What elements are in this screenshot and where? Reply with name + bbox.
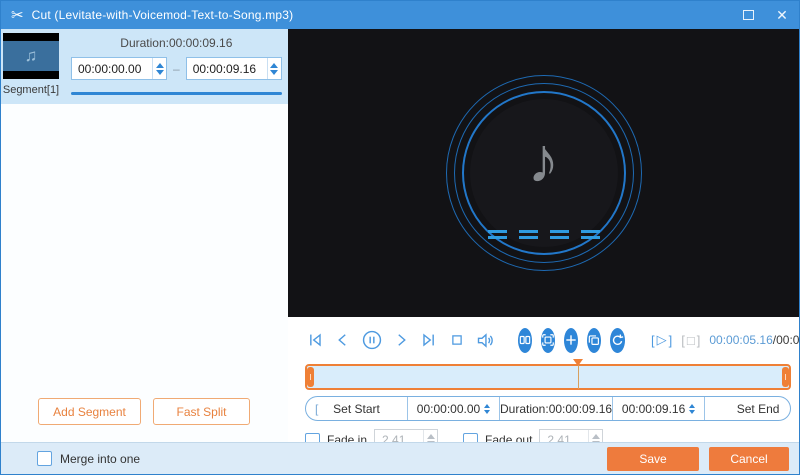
play-icon: ▷: [657, 332, 667, 348]
segment-editor-panel: Duration:00:00:09.16 00:00:00.00 – 00:00…: [61, 29, 304, 104]
stop-button[interactable]: [448, 329, 466, 351]
range-separator: –: [173, 62, 180, 76]
close-icon: ✕: [776, 7, 788, 24]
merge-into-one-label: Merge into one: [60, 452, 140, 466]
current-time: 00:00:05.16: [709, 333, 772, 347]
volume-button[interactable]: [475, 329, 496, 351]
trim-settings-bar: [ Set Start 00:00:00.00 Duration:00:00:0…: [305, 396, 791, 421]
split-segment-button[interactable]: [518, 328, 532, 353]
spinner-down-icon[interactable]: [270, 70, 278, 75]
spinner-up-icon[interactable]: [156, 63, 164, 68]
total-time: 00:00:09.16: [776, 333, 800, 347]
transport-bar: [▷] [□] 00:00:05.16/00:00:09.16: [305, 323, 794, 357]
trim-end-time-input[interactable]: 00:00:09.16: [613, 397, 705, 420]
set-end-button[interactable]: Set End ]: [705, 397, 791, 420]
copy-segment-button[interactable]: [587, 328, 601, 353]
segment-end-value: 00:00:09.16: [187, 62, 267, 76]
bracket-left-icon: [: [315, 402, 318, 416]
add-segment-quick-button[interactable]: [564, 328, 578, 353]
skip-to-start-button[interactable]: [305, 329, 325, 351]
segment-list-item[interactable]: ♫ Segment[1]: [1, 33, 61, 102]
close-button[interactable]: ✕: [765, 1, 799, 29]
pause-button[interactable]: [361, 329, 383, 351]
thumb-music-note-icon: ♫: [25, 46, 38, 66]
segment-duration-label: Duration:00:00:09.16: [71, 36, 282, 50]
add-segment-button[interactable]: Add Segment: [38, 398, 141, 425]
scissors-icon: ✂: [11, 6, 24, 24]
save-button[interactable]: Save: [607, 447, 699, 471]
merge-into-one-checkbox[interactable]: [37, 451, 52, 466]
stop-icon: □: [687, 333, 695, 348]
play-segment-button[interactable]: [▷]: [651, 332, 672, 348]
segment-start-value: 00:00:00.00: [72, 62, 152, 76]
next-frame-button[interactable]: [392, 329, 410, 351]
cut-dialog-window: ✂ Cut (Levitate-with-Voicemod-Text-to-So…: [0, 0, 800, 475]
frame-select-button[interactable]: [541, 328, 555, 353]
segment-end-input[interactable]: 00:00:09.16: [186, 57, 282, 80]
trim-start-handle[interactable]: [307, 367, 314, 387]
segment-thumbnail: ♫: [3, 33, 59, 79]
titlebar: ✂ Cut (Levitate-with-Voicemod-Text-to-So…: [1, 1, 799, 29]
reset-button[interactable]: [610, 328, 625, 353]
trim-start-spinner[interactable]: [484, 404, 490, 414]
trim-end-spinner[interactable]: [689, 404, 695, 414]
audio-preview-area: ♪: [288, 29, 799, 317]
album-art-placeholder: ♪: [444, 73, 644, 273]
trim-duration-label: Duration:00:00:09.16: [500, 397, 613, 420]
footer-bar: Merge into one Save Cancel: [1, 442, 799, 474]
previous-frame-button[interactable]: [334, 329, 352, 351]
spinner-down-icon[interactable]: [156, 70, 164, 75]
segments-panel: ♫ Segment[1] Duration:00:00:09.16 00:00:…: [1, 29, 288, 442]
segment-name: Segment[1]: [3, 79, 59, 102]
segment-start-input[interactable]: 00:00:00.00: [71, 57, 167, 80]
trim-start-time-input[interactable]: 00:00:00.00: [408, 397, 500, 420]
music-note-icon: ♪: [528, 123, 560, 197]
maximize-icon: [743, 10, 754, 20]
segment-end-spinner[interactable]: [267, 58, 281, 79]
segment-progress-bar: [71, 92, 282, 95]
equalizer-bars: [488, 230, 600, 239]
timeline-track[interactable]: [305, 364, 791, 390]
segment-list-empty-area: [1, 104, 288, 398]
segment-list: ♫ Segment[1]: [1, 29, 61, 104]
window-title: Cut (Levitate-with-Voicemod-Text-to-Song…: [32, 8, 294, 22]
cancel-button[interactable]: Cancel: [709, 447, 789, 471]
segment-start-spinner[interactable]: [152, 58, 166, 79]
maximize-button[interactable]: [731, 1, 765, 29]
time-display: 00:00:05.16/00:00:09.16: [709, 333, 800, 347]
trim-end-handle[interactable]: [782, 367, 789, 387]
spinner-up-icon[interactable]: [270, 63, 278, 68]
fast-split-button[interactable]: Fast Split: [153, 398, 250, 425]
stop-segment-button[interactable]: [□]: [681, 333, 700, 348]
set-start-button[interactable]: [ Set Start: [306, 397, 408, 420]
skip-to-end-button[interactable]: [419, 329, 439, 351]
